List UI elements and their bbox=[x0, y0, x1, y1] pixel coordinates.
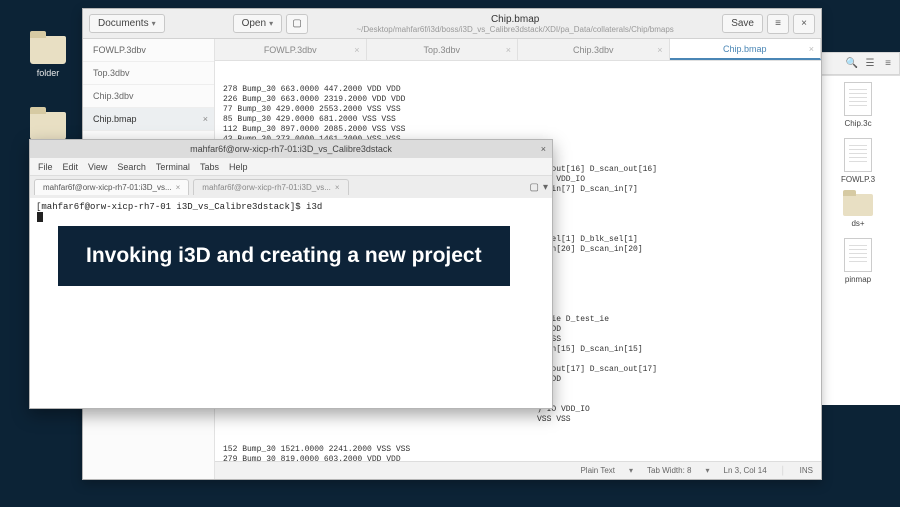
fm-folder[interactable]: ds+ bbox=[820, 194, 896, 228]
close-icon: × bbox=[801, 18, 807, 29]
save-label: Save bbox=[731, 18, 754, 29]
terminal-tab-label: mahfar6f@orw-xicp-rh7-01:i3D_vs... bbox=[43, 183, 172, 192]
caption-overlay: Invoking i3D and creating a new project bbox=[58, 226, 510, 286]
tab-label: Chip.bmap bbox=[723, 44, 767, 54]
menu-edit[interactable]: Edit bbox=[63, 162, 79, 172]
editor-text-bottom: 152 Bump_30 1521.0000 2241.2000 VSS VSS … bbox=[223, 445, 813, 461]
tab-label: Top.3dbv bbox=[423, 45, 460, 55]
fm-file-name: Chip.3c bbox=[820, 119, 896, 128]
fm-file[interactable]: pinmap bbox=[820, 238, 896, 284]
tab-active[interactable]: Chip.bmap × bbox=[670, 39, 822, 60]
terminal-menu: File Edit View Search Terminal Tabs Help bbox=[30, 158, 552, 176]
terminal-title: mahfar6f@orw-xicp-rh7-01:i3D_vs_Calibre3… bbox=[190, 144, 392, 154]
desktop-folder-label: folder bbox=[24, 68, 72, 78]
hamburger-menu[interactable]: ≡ bbox=[767, 14, 789, 34]
folder-icon bbox=[30, 112, 66, 140]
menu-icon[interactable]: ≡ bbox=[881, 57, 895, 71]
document-icon bbox=[844, 82, 872, 116]
close-icon[interactable]: × bbox=[809, 44, 814, 54]
fm-file[interactable]: FOWLP.3 bbox=[820, 138, 896, 184]
document-icon bbox=[844, 238, 872, 272]
new-tab-button[interactable]: ▢ bbox=[286, 14, 308, 34]
side-item[interactable]: FOWLP.3dbv bbox=[83, 39, 214, 62]
open-label: Open bbox=[242, 18, 266, 29]
desktop-folder[interactable]: folder bbox=[24, 36, 72, 78]
editor-header: Documents ▾ Open ▾ ▢ Chip.bmap ~/Desktop… bbox=[83, 9, 821, 39]
chevron-down-icon[interactable]: ▾ bbox=[543, 182, 548, 193]
terminal-tabs: mahfar6f@orw-xicp-rh7-01:i3D_vs... × mah… bbox=[30, 176, 552, 198]
close-icon[interactable]: × bbox=[354, 45, 359, 55]
status-language[interactable]: Plain Text bbox=[580, 466, 615, 475]
fm-file-name: FOWLP.3 bbox=[820, 175, 896, 184]
close-icon[interactable]: × bbox=[506, 45, 511, 55]
open-button[interactable]: Open ▾ bbox=[233, 14, 282, 33]
chevron-down-icon: ▾ bbox=[269, 19, 273, 28]
status-tabwidth[interactable]: Tab Width: 8 bbox=[647, 466, 691, 475]
window-title: Chip.bmap bbox=[314, 14, 716, 25]
document-icon bbox=[844, 138, 872, 172]
window-subtitle: ~/Desktop/mahfar6f/i3d/boss/i3D_vs_Calib… bbox=[314, 25, 716, 34]
new-document-icon: ▢ bbox=[292, 18, 301, 29]
editor-text-side: an_out[16] D_scan_out[16] _IO VDD_IO an_… bbox=[537, 165, 657, 425]
folder-icon bbox=[843, 194, 873, 216]
side-item-active[interactable]: Chip.bmap bbox=[83, 108, 214, 131]
chevron-down-icon: ▾ bbox=[706, 466, 710, 475]
folder-icon bbox=[30, 36, 66, 64]
menu-view[interactable]: View bbox=[88, 162, 107, 172]
fm-file[interactable]: Chip.3c bbox=[820, 82, 896, 128]
close-icon[interactable]: × bbox=[335, 183, 340, 192]
menu-search[interactable]: Search bbox=[117, 162, 146, 172]
menu-file[interactable]: File bbox=[38, 162, 53, 172]
close-icon[interactable]: × bbox=[176, 183, 181, 192]
tab-label: FOWLP.3dbv bbox=[264, 45, 317, 55]
terminal-tab[interactable]: mahfar6f@orw-xicp-rh7-01:i3D_vs... × bbox=[193, 179, 348, 195]
terminal-prompt: [mahfar6f@orw-xicp-rh7-01 i3D_vs_Calibre… bbox=[36, 202, 322, 212]
filemanager-panel: Chip.3c FOWLP.3 ds+ pinmap bbox=[816, 75, 900, 405]
terminal-tab-active[interactable]: mahfar6f@orw-xicp-rh7-01:i3D_vs... × bbox=[34, 179, 189, 195]
search-icon[interactable]: 🔍 bbox=[845, 57, 859, 71]
tab-label: Chip.3dbv bbox=[573, 45, 614, 55]
save-button[interactable]: Save bbox=[722, 14, 763, 33]
terminal-titlebar[interactable]: mahfar6f@orw-xicp-rh7-01:i3D_vs_Calibre3… bbox=[30, 140, 552, 158]
side-item[interactable]: Chip.3dbv bbox=[83, 85, 214, 108]
side-item[interactable]: Top.3dbv bbox=[83, 62, 214, 85]
chevron-down-icon: ▾ bbox=[152, 19, 156, 28]
menu-tabs[interactable]: Tabs bbox=[200, 162, 219, 172]
menu-terminal[interactable]: Terminal bbox=[156, 162, 190, 172]
editor-tabs: FOWLP.3dbv × Top.3dbv × Chip.3dbv × Chip.bm… bbox=[215, 39, 821, 61]
terminal-tab-label: mahfar6f@orw-xicp-rh7-01:i3D_vs... bbox=[202, 183, 331, 192]
status-position: Ln 3, Col 14 bbox=[724, 466, 767, 475]
tab[interactable]: FOWLP.3dbv × bbox=[215, 39, 367, 60]
fm-file-name: pinmap bbox=[820, 275, 896, 284]
tab[interactable]: Top.3dbv × bbox=[367, 39, 519, 60]
menu-help[interactable]: Help bbox=[229, 162, 248, 172]
documents-dropdown[interactable]: Documents ▾ bbox=[89, 14, 165, 33]
separator: │ bbox=[781, 466, 786, 475]
status-insert-mode[interactable]: INS bbox=[800, 466, 813, 475]
editor-text-top: 278 Bump_30 663.0000 447.2000 VDD VDD 22… bbox=[223, 85, 405, 145]
fm-file-name: ds+ bbox=[820, 219, 896, 228]
close-icon[interactable]: × bbox=[541, 144, 546, 154]
list-view-icon[interactable]: ☰ bbox=[863, 57, 877, 71]
tab[interactable]: Chip.3dbv × bbox=[518, 39, 670, 60]
close-icon[interactable]: × bbox=[657, 45, 662, 55]
chevron-down-icon: ▾ bbox=[629, 466, 633, 475]
close-button[interactable]: × bbox=[793, 14, 815, 34]
new-tab-icon[interactable]: ▢ bbox=[530, 182, 539, 193]
menu-icon: ≡ bbox=[775, 18, 781, 29]
documents-label: Documents bbox=[98, 18, 149, 29]
cursor bbox=[37, 212, 43, 222]
status-bar: Plain Text ▾ Tab Width: 8 ▾ Ln 3, Col 14 │… bbox=[215, 461, 821, 479]
filemanager-toolbar: 🔍 ☰ ≡ bbox=[816, 52, 900, 75]
